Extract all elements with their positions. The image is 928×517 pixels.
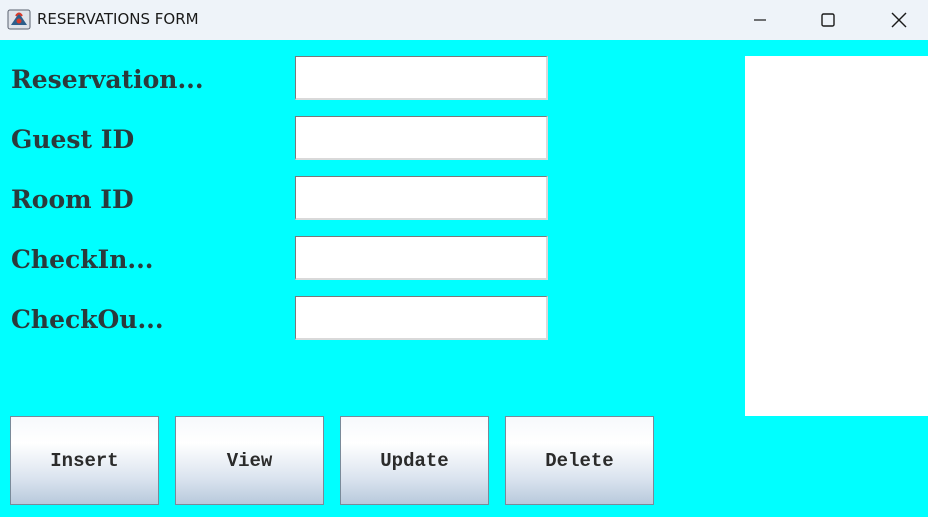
checkin-date-label: CheckIn... <box>11 245 154 274</box>
close-button[interactable] <box>864 0 928 40</box>
insert-button[interactable]: Insert <box>10 416 159 505</box>
guest-id-label: Guest ID <box>11 125 135 154</box>
view-button[interactable]: View <box>175 416 324 505</box>
close-icon <box>891 12 907 28</box>
app-window: RESERVATIONS FORM Reservation... Guest I… <box>0 0 928 517</box>
results-panel[interactable] <box>745 56 928 416</box>
maximize-icon <box>821 13 835 27</box>
checkout-date-input[interactable] <box>295 296 548 340</box>
room-id-input[interactable] <box>295 176 548 220</box>
delete-button[interactable]: Delete <box>505 416 654 505</box>
checkout-date-label: CheckOu... <box>11 305 164 334</box>
update-button[interactable]: Update <box>340 416 489 505</box>
guest-id-input[interactable] <box>295 116 548 160</box>
minimize-button[interactable] <box>725 0 795 40</box>
checkin-date-input[interactable] <box>295 236 548 280</box>
minimize-icon <box>754 19 766 21</box>
window-title: RESERVATIONS FORM <box>37 10 199 28</box>
reservation-id-label: Reservation... <box>11 65 204 94</box>
form-panel: Reservation... Guest ID Room ID CheckIn.… <box>0 40 928 517</box>
maximize-button[interactable] <box>793 0 863 40</box>
reservation-id-input[interactable] <box>295 56 548 100</box>
room-id-label: Room ID <box>11 185 134 214</box>
java-app-icon <box>7 9 31 30</box>
title-bar[interactable]: RESERVATIONS FORM <box>0 0 928 40</box>
